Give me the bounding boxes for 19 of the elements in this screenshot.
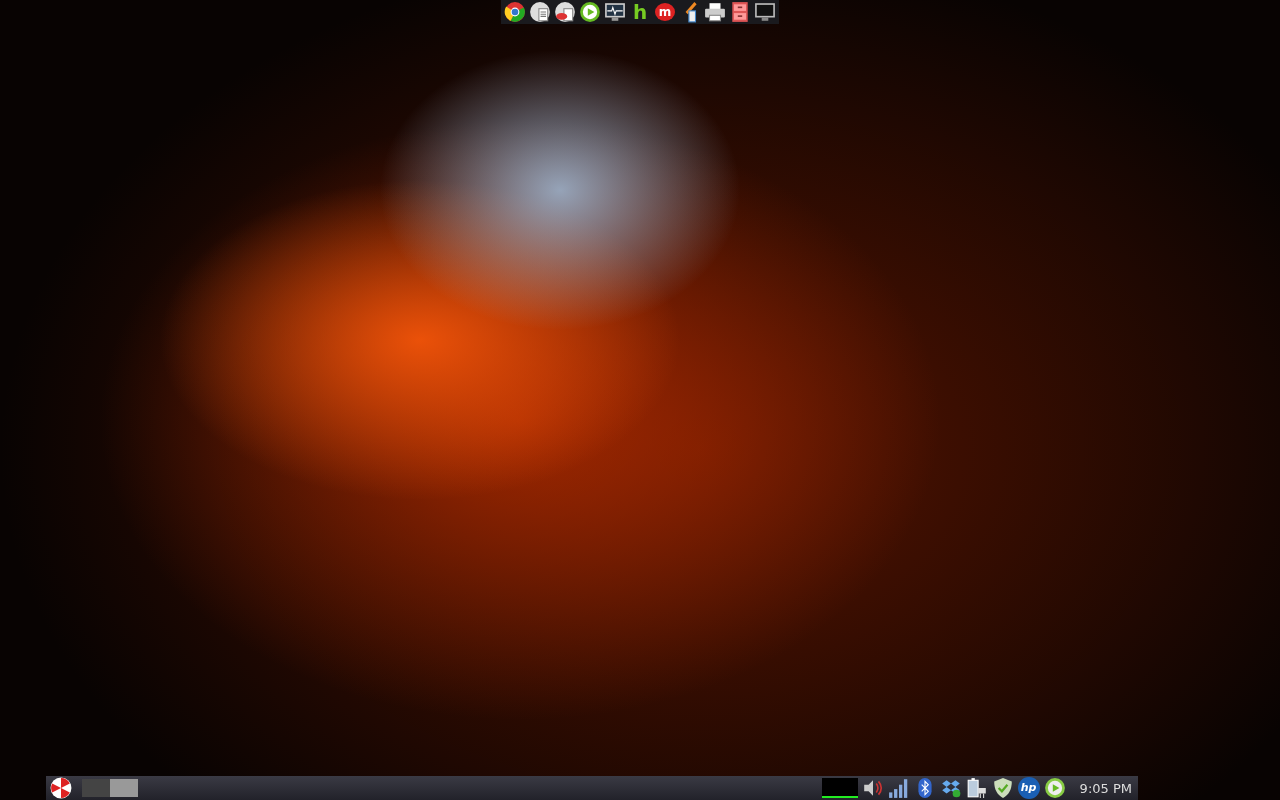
play-icon[interactable] — [579, 1, 601, 23]
signal-bars-icon[interactable] — [887, 777, 910, 799]
speech-bubble-icon[interactable]: m — [655, 3, 675, 21]
browser-icon[interactable] — [504, 1, 526, 23]
play-icon[interactable] — [1043, 777, 1066, 799]
hp-logo-icon[interactable]: hp — [1017, 777, 1040, 799]
shield-check-icon[interactable] — [991, 777, 1014, 799]
h-letter-icon[interactable]: h — [629, 1, 651, 23]
peppermint-menu-icon[interactable] — [50, 777, 72, 799]
document-icon[interactable] — [529, 1, 551, 23]
battery-plug-icon[interactable] — [965, 777, 988, 799]
monitor-icon[interactable] — [754, 1, 776, 23]
cpu-graph-icon — [821, 777, 858, 799]
printer-icon[interactable] — [704, 1, 726, 23]
monitor-icon[interactable] — [604, 1, 626, 23]
document-icon[interactable] — [554, 1, 576, 23]
clock-time[interactable]: 9:05 PM — [1079, 780, 1132, 796]
dropbox-icon[interactable] — [939, 777, 962, 799]
filing-cabinet-icon[interactable] — [729, 1, 751, 23]
